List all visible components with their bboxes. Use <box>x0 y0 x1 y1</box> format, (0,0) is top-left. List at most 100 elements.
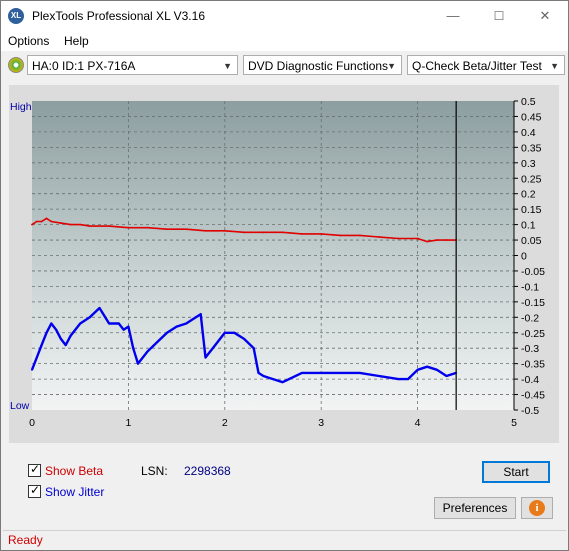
y-tick-label: 0.25 <box>521 173 542 185</box>
y-tick-label: -0.05 <box>521 266 545 278</box>
jitter-data-point <box>156 341 159 343</box>
menu-options[interactable]: Options <box>8 34 49 48</box>
y-tick-label: 0.35 <box>521 142 542 154</box>
jitter-data-point <box>55 328 57 331</box>
checkmark-icon: ✓ <box>30 462 41 476</box>
beta-data-point <box>185 228 188 231</box>
show-jitter-label[interactable]: Show Jitter <box>45 485 104 499</box>
y-tick-label: 0.1 <box>521 220 536 232</box>
lsn-label: LSN: <box>141 464 168 478</box>
y-tick-label: -0.1 <box>521 281 539 293</box>
beta-data-point <box>31 223 33 226</box>
y-tick-label: -0.4 <box>521 374 539 386</box>
jitter-data-point <box>98 307 101 309</box>
jitter-data-point <box>199 313 202 316</box>
beta-data-point <box>40 220 43 223</box>
beta-data-point <box>127 226 130 229</box>
beta-data-point <box>60 222 62 224</box>
show-beta-label[interactable]: Show Beta <box>45 464 103 478</box>
beta-data-point <box>69 223 72 226</box>
y-tick-label: 0 <box>521 251 527 263</box>
jitter-data-point <box>358 372 361 374</box>
jitter-data-point <box>223 331 226 334</box>
status-text: Ready <box>8 533 43 547</box>
chevron-down-icon: ▼ <box>550 61 559 71</box>
jitter-data-point <box>132 347 135 350</box>
y-tick-label: 0.15 <box>521 204 542 216</box>
maximize-icon[interactable]: ☐ <box>476 1 522 31</box>
beta-data-point <box>50 220 53 223</box>
jitter-data-point <box>60 338 62 340</box>
jitter-data-point <box>35 356 38 359</box>
show-beta-checkbox[interactable]: ✓ <box>28 462 41 477</box>
beta-data-point <box>301 232 303 235</box>
beta-data-point <box>243 231 245 234</box>
beta-data-point <box>339 234 342 237</box>
title-bar[interactable]: XL PlexTools Professional XL V3.16 — ☐ ✕ <box>1 1 568 31</box>
beta-data-point <box>416 237 419 240</box>
jitter-data-point <box>45 331 48 334</box>
close-icon[interactable]: ✕ <box>522 1 568 31</box>
beta-data-point <box>79 223 82 226</box>
low-label: Low <box>10 400 30 412</box>
menu-bar: Options Help <box>1 31 568 51</box>
jitter-data-point <box>194 316 197 319</box>
minimize-icon[interactable]: — <box>430 1 476 31</box>
jitter-data-point <box>88 316 91 319</box>
beta-data-point <box>88 225 91 228</box>
jitter-data-point <box>301 372 303 374</box>
y-tick-label: 0.2 <box>521 189 536 201</box>
y-tick-label: -0.15 <box>521 297 545 309</box>
jitter-data-point <box>146 350 149 353</box>
jitter-data-point <box>320 372 323 374</box>
chevron-down-icon: ▼ <box>387 61 396 71</box>
menu-help[interactable]: Help <box>64 34 89 48</box>
y-tick-label: 0.3 <box>521 158 536 170</box>
y-tick-label: -0.5 <box>521 405 539 417</box>
chart-panel: 0 1 2 3 4 5 0.5 0.45 0.4 0.35 0.3 0.25 0.2 0.15 0.1 0.0… <box>9 85 559 443</box>
controls-area: ✓ Show Beta ✓ Show Jitter LSN: 2298368 S… <box>9 453 559 523</box>
function-select[interactable]: DVD Diagnostic Functions ▼ <box>243 55 402 75</box>
beta-data-point <box>146 226 149 229</box>
test-select-value: Q-Check Beta/Jitter Test <box>412 59 542 73</box>
jitter-data-point <box>69 334 72 337</box>
x-tick-label: 0 <box>29 417 35 429</box>
jitter-data-point <box>31 368 33 371</box>
info-icon: i <box>529 500 545 516</box>
y-tick-label: 0.45 <box>521 111 542 123</box>
preferences-button[interactable]: Preferences <box>434 497 516 519</box>
drive-select[interactable]: HA:0 ID:1 PX-716A ▼ <box>27 55 238 75</box>
x-tick-label: 2 <box>222 417 228 429</box>
x-tick-label: 5 <box>511 417 517 429</box>
y-tick-label: 0.05 <box>521 235 542 247</box>
info-button[interactable]: i <box>521 497 553 519</box>
start-button[interactable]: Start <box>482 461 550 483</box>
jitter-data-point <box>108 322 111 325</box>
jitter-data-point <box>426 365 429 368</box>
jitter-data-point <box>137 362 139 365</box>
beta-data-point <box>445 239 448 241</box>
jitter-data-point <box>214 344 217 347</box>
beta-data-point <box>435 239 438 241</box>
jitter-data-point <box>127 325 130 328</box>
show-jitter-checkbox[interactable]: ✓ <box>28 483 41 498</box>
jitter-data-point <box>262 375 265 377</box>
jitter-data-point <box>445 375 448 377</box>
jitter-data-point <box>339 372 342 374</box>
disc-drive-icon <box>8 57 24 73</box>
test-select[interactable]: Q-Check Beta/Jitter Test ▼ <box>407 55 565 75</box>
jitter-data-point <box>378 375 380 377</box>
jitter-data-point <box>175 325 178 328</box>
jitter-data-point <box>257 372 260 374</box>
xl-app-icon: XL <box>8 8 24 24</box>
status-bar: Ready <box>3 530 566 549</box>
checkmark-icon: ✓ <box>30 483 41 497</box>
beta-data-point <box>320 232 323 235</box>
y-tick-label: -0.25 <box>521 328 545 340</box>
x-tick-label: 1 <box>125 417 131 429</box>
jitter-data-point <box>252 347 255 350</box>
y-tick-label: 0.4 <box>521 127 536 139</box>
drive-select-value: HA:0 ID:1 PX-716A <box>32 59 136 73</box>
jitter-data-point <box>122 328 125 331</box>
beta-data-point <box>281 231 284 234</box>
